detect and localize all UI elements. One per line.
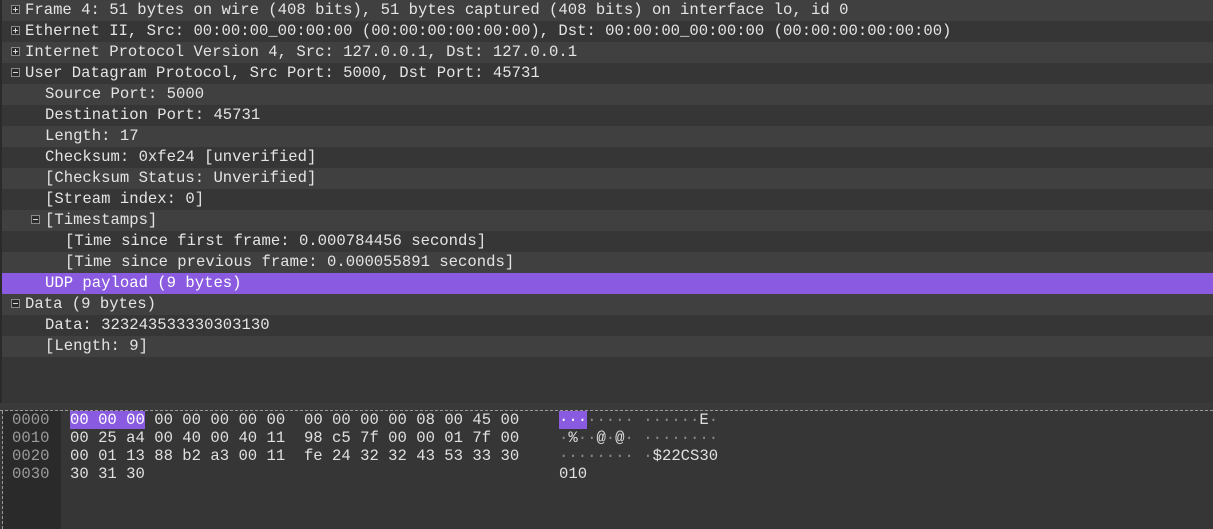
collapse-icon[interactable] [31, 215, 40, 224]
hex-bytes[interactable]: 00 25 a4 00 40 00 40 11 98 c5 7f 00 00 0… [70, 429, 519, 447]
hex-bytes-text[interactable]: 00 25 a4 00 40 00 40 11 98 c5 7f 00 00 0… [70, 429, 519, 447]
ascii-bytes-text[interactable]: 010 [559, 465, 587, 483]
hex-bytes-text[interactable]: 00 01 13 88 b2 a3 00 11 fe 24 32 32 43 5… [70, 447, 519, 465]
tree-row-label: Length: 17 [45, 127, 139, 145]
ascii-bytes[interactable]: ········ ·$22CS30 [559, 447, 718, 465]
hex-offset: 0010 [12, 429, 50, 447]
tree-row-label: Frame 4: 51 bytes on wire (408 bits), 51… [25, 1, 849, 19]
tree-row[interactable]: [Time since previous frame: 0.000055891 … [2, 252, 1213, 273]
tree-row-label: User Datagram Protocol, Src Port: 5000, … [25, 64, 540, 82]
tree-row[interactable]: Destination Port: 45731 [2, 105, 1213, 126]
expand-icon[interactable] [11, 5, 20, 14]
tree-row-label: Data (9 bytes) [25, 295, 157, 313]
tree-row-label: Ethernet II, Src: 00:00:00_00:00:00 (00:… [25, 22, 952, 40]
tree-row-label: Destination Port: 45731 [45, 106, 261, 124]
tree-row[interactable]: Data (9 bytes) [2, 294, 1213, 315]
pane-splitter[interactable] [0, 403, 1213, 411]
tree-row[interactable]: Checksum: 0xfe24 [unverified] [2, 147, 1213, 168]
ascii-bytes-selected[interactable]: ··· [559, 411, 588, 429]
tree-row[interactable]: Frame 4: 51 bytes on wire (408 bits), 51… [2, 0, 1213, 21]
hex-offset: 0020 [12, 447, 50, 465]
tree-row-label: [Time since first frame: 0.000784456 sec… [65, 232, 487, 250]
tree-row[interactable]: Data: 323243533330303130 [2, 315, 1213, 336]
collapse-icon[interactable] [11, 299, 20, 308]
hex-bytes-text[interactable]: 00 00 00 00 00 00 00 00 00 08 00 45 00 [145, 411, 519, 429]
ascii-bytes[interactable]: 010 [559, 465, 587, 483]
ascii-bytes-text[interactable]: ········ ·$22CS30 [559, 447, 718, 465]
tree-row-label: UDP payload (9 bytes) [45, 274, 242, 292]
tree-row-label: [Stream index: 0] [45, 190, 205, 208]
tree-row-label: Checksum: 0xfe24 [unverified] [45, 148, 317, 166]
tree-row[interactable]: User Datagram Protocol, Src Port: 5000, … [2, 63, 1213, 84]
tree-row[interactable]: Source Port: 5000 [2, 84, 1213, 105]
hex-bytes[interactable]: 00 00 00 00 00 00 00 00 00 00 00 00 08 0… [70, 411, 519, 429]
hex-bytes[interactable]: 00 01 13 88 b2 a3 00 11 fe 24 32 32 43 5… [70, 447, 519, 465]
tree-row-label: Data: 323243533330303130 [45, 316, 270, 334]
tree-row-label: [Checksum Status: Unverified] [45, 169, 317, 187]
tree-row[interactable]: [Timestamps] [2, 210, 1213, 231]
tree-row-label: [Time since previous frame: 0.000055891 … [65, 253, 515, 271]
tree-row[interactable]: [Time since first frame: 0.000784456 sec… [2, 231, 1213, 252]
ascii-bytes[interactable]: ·%··@·@· ········ [559, 429, 718, 447]
tree-row-label: Source Port: 5000 [45, 85, 205, 103]
ascii-bytes[interactable]: ········ ······E· [559, 411, 718, 429]
tree-row-label: [Length: 9] [45, 337, 148, 355]
expand-icon[interactable] [11, 47, 20, 56]
ascii-bytes-text[interactable]: ·%··@·@· ········ [559, 429, 718, 447]
expand-icon[interactable] [11, 26, 20, 35]
tree-row[interactable]: Internet Protocol Version 4, Src: 127.0.… [2, 42, 1213, 63]
tree-row[interactable]: [Stream index: 0] [2, 189, 1213, 210]
tree-row[interactable]: UDP payload (9 bytes) [2, 273, 1213, 294]
hex-offset: 0030 [12, 465, 50, 483]
collapse-icon[interactable] [11, 68, 20, 77]
tree-row[interactable]: [Length: 9] [2, 336, 1213, 357]
ascii-bytes-text[interactable]: ····· ······E· [587, 411, 718, 429]
hex-bytes[interactable]: 30 31 30 [70, 465, 145, 483]
tree-row[interactable]: Length: 17 [2, 126, 1213, 147]
tree-row[interactable]: Ethernet II, Src: 00:00:00_00:00:00 (00:… [2, 21, 1213, 42]
tree-row-label: Internet Protocol Version 4, Src: 127.0.… [25, 43, 578, 61]
hex-offset: 0000 [12, 411, 50, 429]
tree-row-label: [Timestamps] [45, 211, 158, 229]
packet-details-tree[interactable]: Frame 4: 51 bytes on wire (408 bits), 51… [0, 0, 1213, 403]
packet-bytes-pane[interactable]: 0000 00 00 00 00 00 00 00 00 00 00 00 00 … [2, 411, 1213, 529]
tree-row[interactable]: [Checksum Status: Unverified] [2, 168, 1213, 189]
hex-bytes-selected[interactable]: 00 00 00 [70, 411, 145, 429]
hex-bytes-text[interactable]: 30 31 30 [70, 465, 145, 483]
